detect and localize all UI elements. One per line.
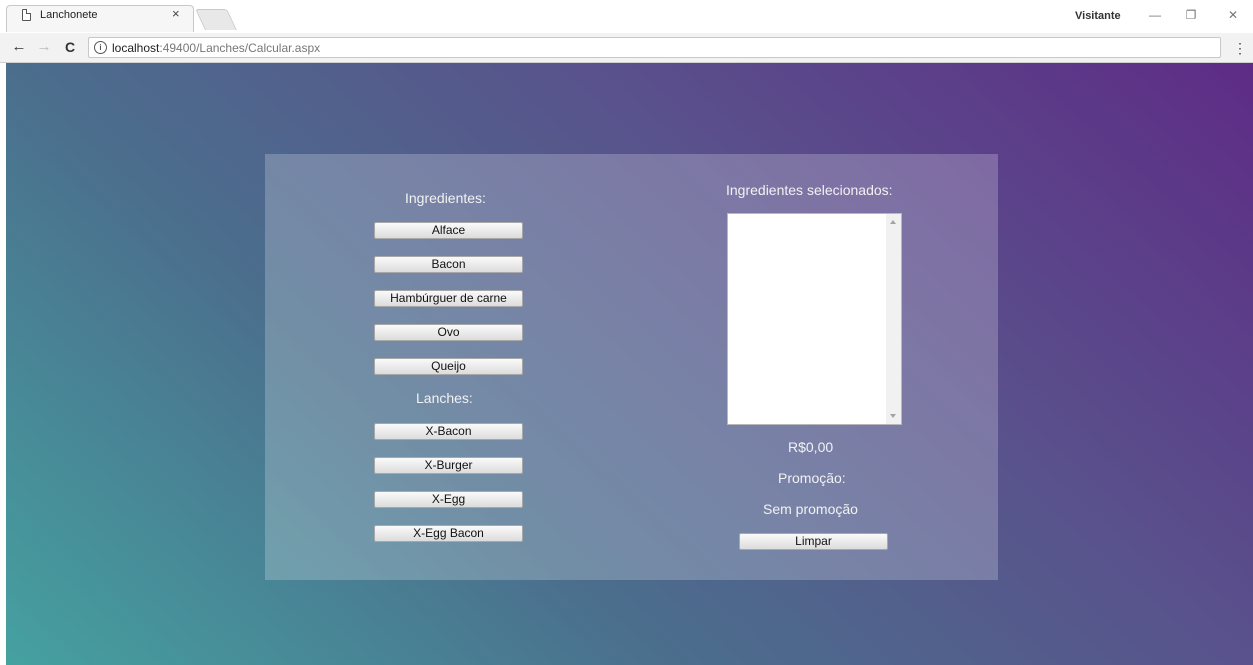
snack-x-bacon-button[interactable]: X-Bacon xyxy=(374,423,523,440)
address-bar[interactable]: i localhost:49400/Lanches/Calcular.aspx xyxy=(88,37,1221,58)
ingredients-heading: Ingredientes: xyxy=(405,190,486,206)
selected-ingredients-heading: Ingredientes selecionados: xyxy=(726,182,893,198)
close-window-icon[interactable]: ✕ xyxy=(1219,6,1247,24)
tab-title[interactable]: Lanchonete xyxy=(40,9,98,21)
scroll-up-icon[interactable] xyxy=(890,220,896,224)
ingredient-hamburguer-button[interactable]: Hambúrguer de carne xyxy=(374,290,523,307)
snack-x-egg-bacon-button[interactable]: X-Egg Bacon xyxy=(374,525,523,542)
snack-x-egg-button[interactable]: X-Egg xyxy=(374,491,523,508)
back-icon[interactable]: ← xyxy=(10,38,28,56)
selected-ingredients-list[interactable] xyxy=(727,213,902,425)
page-icon xyxy=(22,9,31,21)
forward-icon[interactable]: → xyxy=(35,38,53,56)
browser-tab[interactable] xyxy=(6,5,194,32)
url-text[interactable]: localhost:49400/Lanches/Calcular.aspx xyxy=(112,41,320,55)
url-path: :49400/Lanches/Calcular.aspx xyxy=(159,41,321,55)
restore-icon[interactable]: ❐ xyxy=(1177,6,1205,24)
minimize-icon[interactable]: — xyxy=(1141,6,1169,24)
promotion-heading: Promoção: xyxy=(778,470,846,486)
info-icon[interactable]: i xyxy=(94,41,107,54)
tab-close-icon[interactable]: × xyxy=(172,6,180,22)
page-viewport: Ingredientes: Alface Bacon Hambúrguer de… xyxy=(6,63,1253,665)
ingredient-queijo-button[interactable]: Queijo xyxy=(374,358,523,375)
menu-icon[interactable]: ⋮ xyxy=(1233,39,1247,57)
new-tab-button[interactable] xyxy=(195,9,237,30)
reload-icon[interactable]: C xyxy=(61,38,79,56)
profile-label[interactable]: Visitante xyxy=(1075,10,1121,22)
list-scrollbar[interactable] xyxy=(886,214,901,424)
ingredient-alface-button[interactable]: Alface xyxy=(374,222,523,239)
snacks-heading: Lanches: xyxy=(416,390,473,406)
browser-tab-bar: Lanchonete × Visitante — ❐ ✕ xyxy=(0,0,1253,33)
promotion-value: Sem promoção xyxy=(763,501,858,517)
scroll-down-icon[interactable] xyxy=(890,414,896,418)
calculator-panel: Ingredientes: Alface Bacon Hambúrguer de… xyxy=(265,154,998,580)
total-price: R$0,00 xyxy=(788,439,834,455)
ingredient-ovo-button[interactable]: Ovo xyxy=(374,324,523,341)
address-toolbar: ← → C i localhost:49400/Lanches/Calcular… xyxy=(0,33,1253,63)
url-host: localhost xyxy=(112,41,160,55)
clear-button[interactable]: Limpar xyxy=(739,533,888,550)
snack-x-burger-button[interactable]: X-Burger xyxy=(374,457,523,474)
ingredient-bacon-button[interactable]: Bacon xyxy=(374,256,523,273)
